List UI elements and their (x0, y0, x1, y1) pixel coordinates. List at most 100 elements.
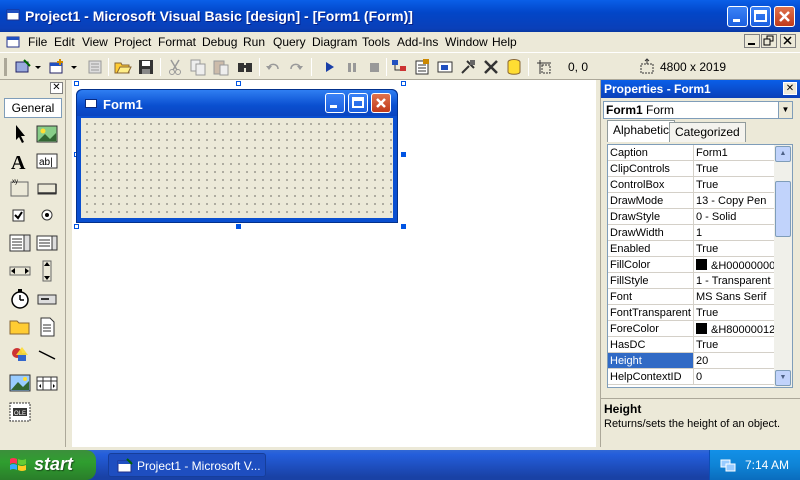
property-value-input[interactable]: 20 (696, 355, 774, 367)
project-explorer-icon[interactable] (390, 58, 408, 76)
chevron-down-icon[interactable] (70, 58, 78, 76)
find-icon[interactable] (236, 58, 254, 76)
menu-project[interactable]: Project (114, 35, 151, 49)
form1-minimize-button[interactable] (325, 93, 345, 113)
data-view-icon[interactable] (505, 58, 523, 76)
copy-icon[interactable] (189, 58, 207, 76)
object-selector[interactable]: Form1 Form ▼ (603, 101, 793, 119)
form1-maximize-button[interactable] (348, 93, 368, 113)
property-row[interactable]: FillStyle 1 - Transparent (608, 273, 774, 289)
chevron-down-icon[interactable] (34, 58, 42, 76)
menu-add-ins[interactable]: Add-Ins (397, 35, 438, 49)
property-row[interactable]: Enabled True (608, 241, 774, 257)
menu-query[interactable]: Query (273, 35, 306, 49)
start-icon[interactable] (320, 58, 338, 76)
property-row[interactable]: HasDC True (608, 337, 774, 353)
pointer-icon[interactable] (8, 122, 32, 146)
tab-alphabetic[interactable]: Alphabetic (607, 120, 676, 142)
ole-icon[interactable]: OLE (8, 400, 32, 424)
dirlistbox-icon[interactable] (8, 315, 32, 339)
mdi-restore-button[interactable] (761, 34, 777, 48)
menu-format[interactable]: Format (158, 35, 196, 49)
title-bar[interactable]: Project1 - Microsoft Visual Basic [desig… (0, 0, 800, 32)
menu-help[interactable]: Help (492, 35, 517, 49)
menu-run[interactable]: Run (243, 35, 265, 49)
resize-handle-s[interactable] (236, 224, 241, 229)
textbox-icon[interactable]: ab| (35, 149, 59, 173)
maximize-button[interactable] (750, 6, 771, 27)
form1-close-button[interactable] (371, 93, 391, 113)
shape-icon[interactable] (8, 343, 32, 367)
property-row[interactable]: DrawWidth 1 (608, 225, 774, 241)
object-browser-icon[interactable] (459, 58, 477, 76)
toolbox-icon[interactable] (482, 58, 500, 76)
commandbutton-icon[interactable] (35, 176, 59, 200)
form1-client-area[interactable] (81, 118, 393, 218)
clock[interactable]: 7:14 AM (745, 458, 789, 472)
tab-categorized[interactable]: Categorized (669, 122, 746, 142)
properties-close-button[interactable]: ✕ (783, 82, 797, 95)
scroll-thumb[interactable] (775, 181, 791, 237)
menu-debug[interactable]: Debug (202, 35, 237, 49)
form1-window[interactable]: Form1 (76, 89, 398, 223)
property-row-selected[interactable]: Height 20 (608, 353, 774, 369)
add-standard-exe-icon[interactable] (14, 58, 32, 76)
property-row[interactable]: DrawMode 13 - Copy Pen (608, 193, 774, 209)
taskbar-item-project1[interactable]: Project1 - Microsoft V... (108, 453, 266, 477)
form-layout-icon[interactable] (436, 58, 454, 76)
properties-window-icon[interactable] (413, 58, 431, 76)
toolbox-tab-general[interactable]: General (4, 98, 62, 118)
optionbutton-icon[interactable] (35, 203, 59, 227)
end-icon[interactable] (365, 58, 383, 76)
resize-handle-e[interactable] (401, 152, 406, 157)
property-row[interactable]: ClipControls True (608, 161, 774, 177)
menu-file[interactable]: File (28, 35, 47, 49)
toolbox-close-button[interactable]: ✕ (50, 82, 63, 94)
drivelistbox-icon[interactable] (35, 287, 59, 311)
vscrollbar-icon[interactable] (35, 259, 59, 283)
timer-icon[interactable] (8, 287, 32, 311)
property-grid-scrollbar[interactable]: ▲ ▼ (774, 145, 792, 387)
cut-icon[interactable] (166, 58, 184, 76)
menu-tools[interactable]: Tools (362, 35, 390, 49)
property-row[interactable]: Caption Form1 (608, 145, 774, 161)
mdi-close-button[interactable] (780, 34, 796, 48)
property-row[interactable]: ForeColor&H80000012& (608, 321, 774, 337)
picturebox-icon[interactable] (35, 122, 59, 146)
menu-editor-icon[interactable] (86, 58, 104, 76)
redo-icon[interactable] (287, 58, 305, 76)
minimize-button[interactable] (727, 6, 748, 27)
property-row[interactable]: DrawStyle 0 - Solid (608, 209, 774, 225)
property-row[interactable]: Font MS Sans Serif (608, 289, 774, 305)
paste-icon[interactable] (212, 58, 230, 76)
form-designer-area[interactable]: Form1 (72, 80, 596, 447)
break-icon[interactable] (343, 58, 361, 76)
data-icon[interactable] (35, 371, 59, 395)
form-doc-icon[interactable] (6, 35, 20, 49)
label-icon[interactable]: A (8, 149, 32, 173)
property-row[interactable]: HelpContextID 0 (608, 369, 774, 385)
image-icon[interactable] (8, 371, 32, 395)
save-project-icon[interactable] (137, 58, 155, 76)
line-icon[interactable] (35, 343, 59, 367)
network-icon[interactable] (720, 457, 736, 473)
property-row[interactable]: FillColor&H00000000& (608, 257, 774, 273)
property-row[interactable]: FontTransparent True (608, 305, 774, 321)
combobox-icon[interactable] (8, 231, 32, 255)
menu-window[interactable]: Window (445, 35, 488, 49)
menu-edit[interactable]: Edit (54, 35, 75, 49)
close-button[interactable] (774, 6, 795, 27)
mdi-minimize-button[interactable] (744, 34, 760, 48)
property-row[interactable]: ControlBox True (608, 177, 774, 193)
menu-diagram[interactable]: Diagram (312, 35, 357, 49)
filelistbox-icon[interactable] (35, 315, 59, 339)
scroll-down-icon[interactable]: ▼ (775, 370, 791, 386)
menu-view[interactable]: View (82, 35, 108, 49)
hscrollbar-icon[interactable] (8, 259, 32, 283)
scroll-up-icon[interactable]: ▲ (775, 146, 791, 162)
start-button[interactable]: start (0, 450, 96, 480)
frame-icon[interactable]: xy (8, 176, 32, 200)
chevron-down-icon[interactable]: ▼ (778, 102, 792, 118)
checkbox-icon[interactable] (8, 203, 32, 227)
open-project-icon[interactable] (114, 58, 132, 76)
